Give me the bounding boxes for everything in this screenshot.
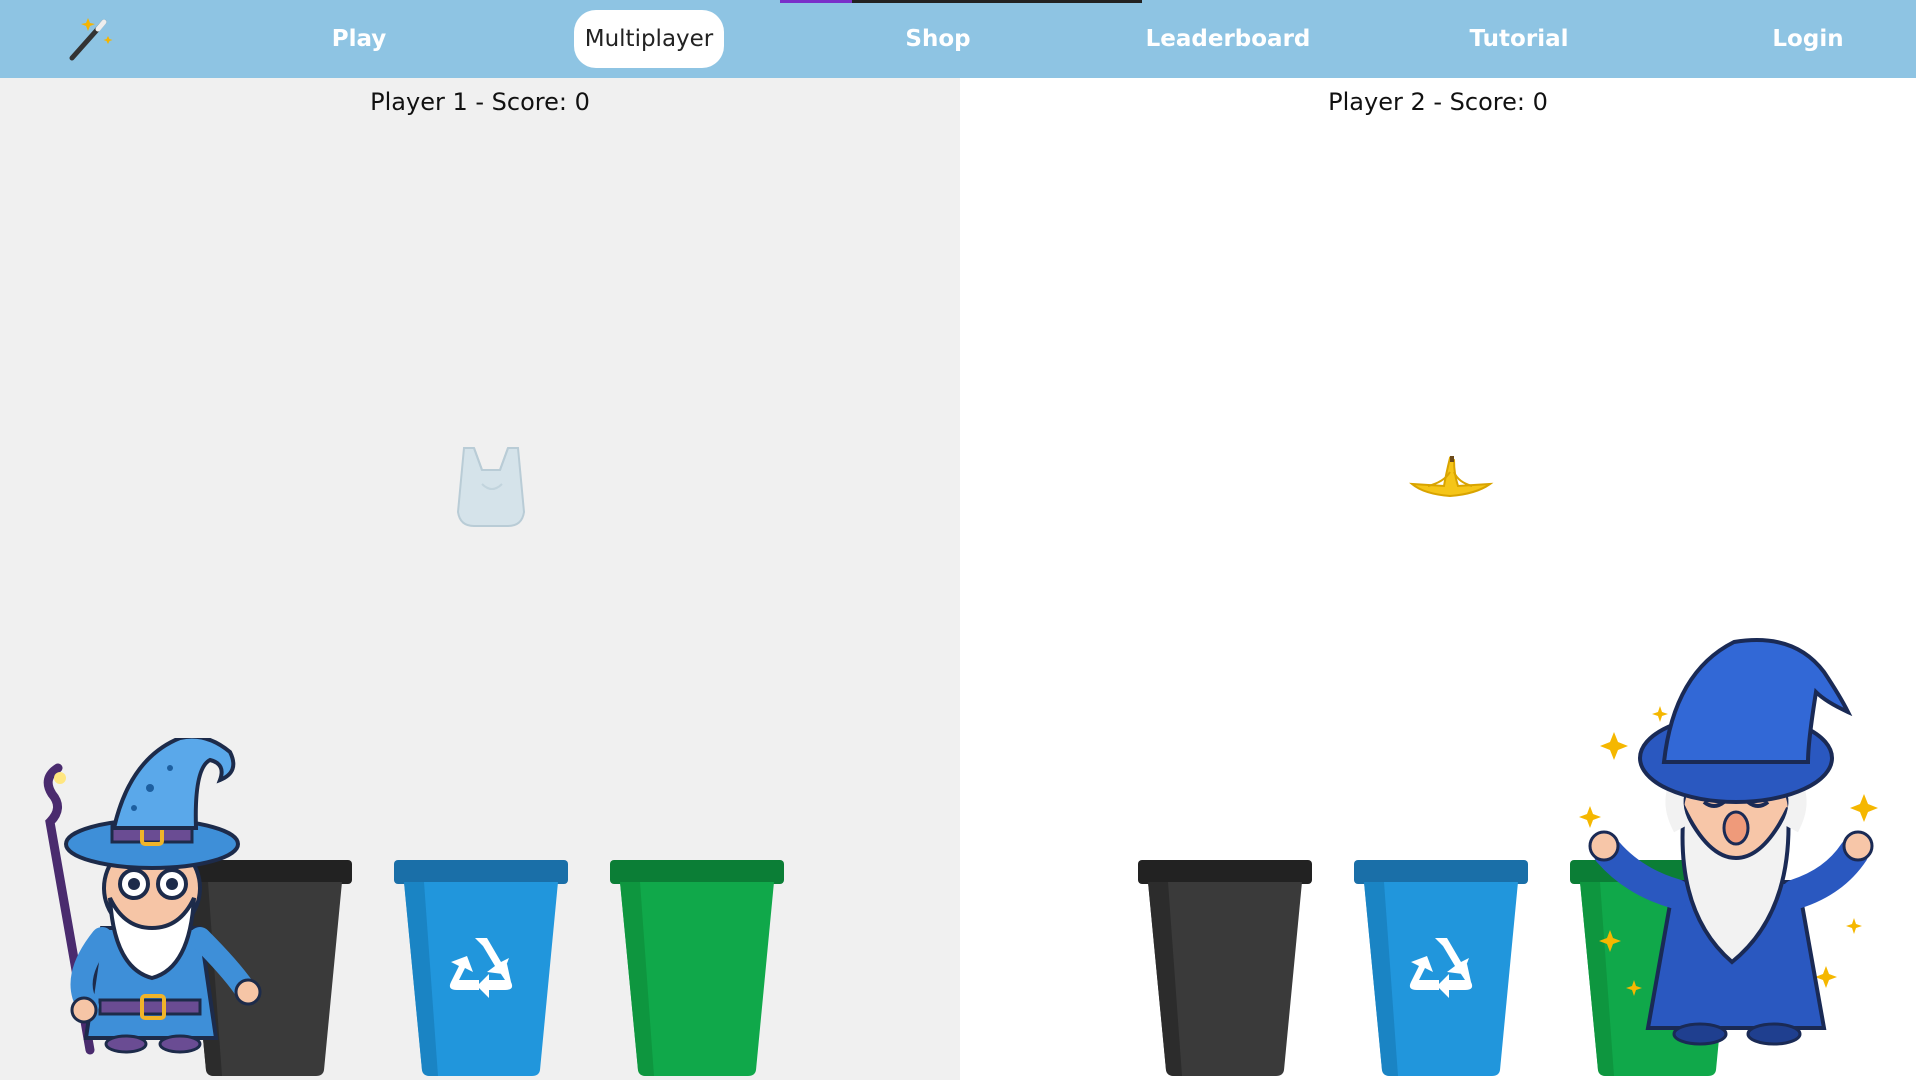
player2-game-area: Player 2 - Score: 0: [960, 78, 1916, 1080]
nav-leaderboard[interactable]: Leaderboard: [1140, 10, 1316, 68]
loading-progress-fill: [780, 0, 853, 3]
nav-tutorial[interactable]: Tutorial: [1456, 10, 1582, 68]
nav-login[interactable]: Login: [1750, 10, 1866, 68]
blue-recycling-bin[interactable]: [394, 860, 568, 1076]
nav-play[interactable]: Play: [300, 10, 418, 68]
player1-score: Player 1 - Score: 0: [370, 88, 590, 116]
nav-multiplayer[interactable]: Multiplayer: [574, 10, 724, 68]
player2-score: Player 2 - Score: 0: [1328, 88, 1548, 116]
black-trash-bin[interactable]: [1138, 860, 1312, 1076]
top-navbar: Play Multiplayer Shop Leaderboard Tutori…: [0, 0, 1916, 78]
blue-recycling-bin[interactable]: [1354, 860, 1528, 1076]
wizard-character-player2: [1564, 632, 1884, 1052]
green-compost-bin[interactable]: [610, 860, 784, 1076]
banana-peel-icon: [1404, 452, 1496, 504]
nav-shop[interactable]: Shop: [878, 10, 998, 68]
player1-game-area: Player 1 - Score: 0: [0, 78, 960, 1080]
magic-wand-icon[interactable]: [64, 14, 116, 62]
wizard-character-player1: [30, 734, 270, 1058]
loading-progress-bar: [780, 0, 1142, 3]
plastic-bag-icon: [452, 434, 530, 530]
